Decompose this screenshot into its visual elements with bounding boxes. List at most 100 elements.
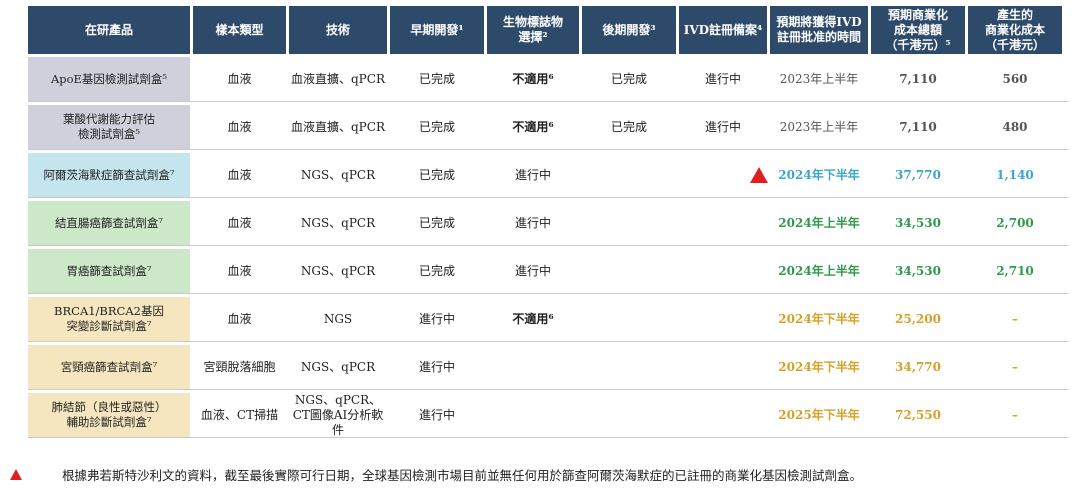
header-late: 後期開發³ bbox=[582, 6, 676, 54]
table-row: ApoE基因檢測試劑盒⁵ 血液 血液直擴、qPCR 已完成 不適用⁶ 已完成 進… bbox=[28, 57, 1068, 102]
table-row: 宮頸癌篩查試劑盒⁷ 宮頸脫落細胞 NGS、qPCR 進行中 2024年下半年 3… bbox=[28, 345, 1068, 390]
total-cost: 37,770 bbox=[895, 167, 941, 182]
incurred-cost: – bbox=[1012, 311, 1018, 326]
table-row: 胃癌篩查試劑盒⁷ 血液 NGS、qPCR 已完成 進行中 2024年上半年 34… bbox=[28, 249, 1068, 294]
total-cost: 7,110 bbox=[899, 71, 937, 86]
incurred-cost: 480 bbox=[1002, 119, 1028, 134]
technology: NGS、qPCR bbox=[300, 263, 376, 278]
footnote: 根據弗若斯特沙利文的資料，截至最後實際可行日期，全球基因檢測市場目前並無任何用於… bbox=[10, 465, 862, 484]
biomarker-selection: 不適用⁶ bbox=[512, 119, 554, 134]
header-biomarker: 生物標誌物 選擇² bbox=[487, 6, 579, 54]
header-total-cost: 預期商業化 成本總額 （千港元）⁵ bbox=[871, 6, 965, 54]
biomarker-selection bbox=[487, 393, 579, 437]
early-dev: 進行中 bbox=[418, 311, 455, 326]
late-dev bbox=[582, 345, 676, 389]
footnote-text: 根據弗若斯特沙利文的資料，截至最後實際可行日期，全球基因檢測市場目前並無任何用於… bbox=[62, 468, 863, 483]
table-row: 阿爾茨海默症篩查試劑盒⁷ 血液 NGS、qPCR 已完成 進行中 2024年下半… bbox=[28, 153, 1068, 198]
late-dev bbox=[582, 393, 676, 437]
approval-time-text: 2024年下半年 bbox=[778, 167, 860, 182]
product-name: 胃癌篩查試劑盒⁷ bbox=[28, 249, 190, 293]
approval-time: 2024年下半年 bbox=[750, 153, 868, 197]
ivd-registration bbox=[679, 393, 767, 437]
late-dev bbox=[582, 201, 676, 245]
sample-type: 血液 bbox=[227, 71, 252, 86]
table-row: 葉酸代謝能力評估 檢測試劑盒⁵ 血液 血液直擴、qPCR 已完成 不適用⁶ 已完… bbox=[28, 105, 1068, 150]
sample-type: 血液 bbox=[227, 119, 252, 134]
header-incurred-cost: 產生的 商業化成本 （千港元） bbox=[968, 6, 1062, 54]
sample-type: 血液 bbox=[227, 215, 252, 230]
early-dev: 已完成 bbox=[418, 167, 455, 182]
pipeline-table: 在研產品 樣本類型 技術 早期開發¹ 生物標誌物 選擇² 後期開發³ IVD註冊… bbox=[28, 6, 1068, 438]
ivd-registration bbox=[679, 201, 767, 245]
sample-type: 血液 bbox=[227, 263, 252, 278]
early-dev: 已完成 bbox=[418, 263, 455, 278]
technology: NGS、qPCR bbox=[300, 359, 376, 374]
late-dev bbox=[582, 153, 676, 197]
product-name: 葉酸代謝能力評估 檢測試劑盒⁵ bbox=[28, 105, 190, 149]
sample-type: 血液 bbox=[227, 311, 252, 326]
biomarker-selection: 進行中 bbox=[514, 215, 551, 230]
incurred-cost: 1,140 bbox=[996, 167, 1034, 182]
incurred-cost: 2,700 bbox=[996, 215, 1034, 230]
late-dev: 已完成 bbox=[610, 119, 647, 134]
total-cost: 25,200 bbox=[895, 311, 941, 326]
biomarker-selection: 不適用⁶ bbox=[512, 71, 554, 86]
product-name: 結直腸癌篩查試劑盒⁷ bbox=[28, 201, 190, 245]
technology: NGS、qPCR bbox=[300, 215, 376, 230]
incurred-cost: 2,710 bbox=[996, 263, 1034, 278]
header-tech: 技術 bbox=[289, 6, 387, 54]
table-header: 在研產品 樣本類型 技術 早期開發¹ 生物標誌物 選擇² 後期開發³ IVD註冊… bbox=[28, 6, 1068, 54]
early-dev: 已完成 bbox=[418, 215, 455, 230]
technology: 血液直擴、qPCR bbox=[291, 119, 385, 134]
technology: NGS、qPCR bbox=[300, 167, 376, 182]
approval-time: 2023年上半年 bbox=[779, 119, 859, 134]
early-dev: 進行中 bbox=[418, 359, 455, 374]
technology: 血液直擴、qPCR bbox=[291, 71, 385, 86]
technology: NGS、qPCR、 CT圖像AI分析軟件 bbox=[292, 392, 384, 437]
late-dev: 已完成 bbox=[610, 71, 647, 86]
ivd-registration bbox=[679, 345, 767, 389]
table-row: 肺結節（良性或惡性） 輔助診斷試劑盒⁷ 血液、CT掃描 NGS、qPCR、 CT… bbox=[28, 393, 1068, 438]
table-row: 結直腸癌篩查試劑盒⁷ 血液 NGS、qPCR 已完成 進行中 2024年上半年 … bbox=[28, 201, 1068, 246]
total-cost: 72,550 bbox=[895, 407, 941, 422]
sample-type: 血液、CT掃描 bbox=[200, 407, 279, 422]
sample-type: 宮頸脫落細胞 bbox=[203, 359, 276, 374]
ivd-registration bbox=[679, 249, 767, 293]
red-triangle-icon bbox=[10, 469, 22, 480]
technology: NGS bbox=[323, 311, 353, 326]
table-row: BRCA1/BRCA2基因 突變診斷試劑盒⁷ 血液 NGS 進行中 不適用⁶ 2… bbox=[28, 297, 1068, 342]
ivd-registration bbox=[679, 297, 767, 341]
approval-time: 2024年下半年 bbox=[778, 359, 860, 374]
late-dev bbox=[582, 249, 676, 293]
header-approval: 預期將獲得IVD 註冊批准的時間 bbox=[770, 6, 868, 54]
total-cost: 7,110 bbox=[899, 119, 937, 134]
biomarker-selection: 進行中 bbox=[514, 167, 551, 182]
product-name: 宮頸癌篩查試劑盒⁷ bbox=[28, 345, 190, 389]
header-ivd: IVD註冊備案⁴ bbox=[679, 6, 767, 54]
ivd-registration: 進行中 bbox=[704, 119, 741, 134]
biomarker-selection: 不適用⁶ bbox=[512, 311, 554, 326]
late-dev bbox=[582, 297, 676, 341]
approval-time: 2024年上半年 bbox=[778, 215, 860, 230]
biomarker-selection: 進行中 bbox=[514, 263, 551, 278]
header-product: 在研產品 bbox=[28, 6, 190, 54]
sample-type: 血液 bbox=[227, 167, 252, 182]
biomarker-selection bbox=[487, 345, 579, 389]
ivd-registration: 進行中 bbox=[704, 71, 741, 86]
incurred-cost: – bbox=[1012, 359, 1018, 374]
early-dev: 進行中 bbox=[418, 407, 455, 422]
total-cost: 34,530 bbox=[895, 215, 941, 230]
approval-time: 2023年上半年 bbox=[779, 71, 859, 86]
product-name: BRCA1/BRCA2基因 突變診斷試劑盒⁷ bbox=[28, 297, 190, 341]
approval-time: 2024年下半年 bbox=[778, 311, 860, 326]
red-triangle-icon bbox=[750, 167, 768, 183]
header-early: 早期開發¹ bbox=[390, 6, 484, 54]
total-cost: 34,530 bbox=[895, 263, 941, 278]
product-name: 肺結節（良性或惡性） 輔助診斷試劑盒⁷ bbox=[28, 393, 190, 437]
approval-time: 2025年下半年 bbox=[778, 407, 860, 422]
header-sample: 樣本類型 bbox=[193, 6, 286, 54]
early-dev: 已完成 bbox=[418, 119, 455, 134]
approval-time: 2024年上半年 bbox=[778, 263, 860, 278]
product-name: ApoE基因檢測試劑盒⁵ bbox=[28, 57, 190, 101]
incurred-cost: – bbox=[1012, 407, 1018, 422]
